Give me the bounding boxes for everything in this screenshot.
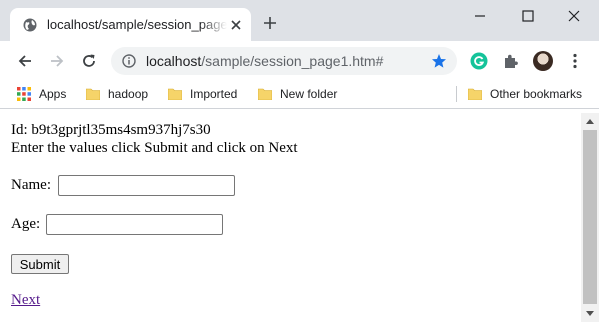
- bookmark-new-folder[interactable]: New folder: [258, 85, 337, 103]
- bookmark-star-icon[interactable]: [431, 53, 447, 69]
- profile-avatar[interactable]: [533, 51, 553, 71]
- vertical-scrollbar[interactable]: [581, 113, 599, 322]
- grammarly-icon[interactable]: [470, 52, 488, 70]
- site-info-icon[interactable]: [122, 54, 136, 68]
- scroll-up-arrow-icon[interactable]: [586, 119, 594, 124]
- submit-button[interactable]: Submit: [11, 254, 69, 274]
- instructions-text: Enter the values click Submit and click …: [11, 140, 298, 156]
- bookmark-apps[interactable]: Apps: [17, 85, 66, 103]
- browser-tab[interactable]: localhost/sample/session_page1.htm#: [10, 8, 251, 41]
- next-link[interactable]: Next: [11, 292, 40, 309]
- scroll-down-arrow-icon[interactable]: [586, 311, 594, 316]
- bookmark-hadoop[interactable]: hadoop: [86, 85, 148, 103]
- age-field[interactable]: [46, 214, 223, 235]
- bookmark-label: New folder: [280, 87, 338, 101]
- bookmark-label: Apps: [39, 87, 67, 101]
- bookmarks-bar: Apps hadoop Imported New folder Other bo…: [0, 80, 599, 109]
- url-host: localhost: [146, 53, 202, 69]
- browser-toolbar: localhost/sample/session_page1.htm#: [0, 41, 599, 80]
- new-tab-icon[interactable]: [263, 16, 277, 30]
- folder-icon: [86, 88, 100, 100]
- globe-icon: [23, 18, 37, 32]
- minimize-icon[interactable]: [474, 10, 486, 22]
- kebab-menu-icon[interactable]: [566, 52, 584, 70]
- bookmarks-divider: [456, 86, 457, 102]
- bookmark-label: hadoop: [108, 87, 149, 101]
- bookmark-label: Other bookmarks: [490, 87, 583, 101]
- bookmark-other[interactable]: Other bookmarks: [468, 85, 582, 103]
- bookmark-imported[interactable]: Imported: [168, 85, 237, 103]
- close-window-icon[interactable]: [568, 10, 580, 22]
- folder-icon: [258, 88, 272, 100]
- address-bar[interactable]: localhost/sample/session_page1.htm#: [111, 47, 457, 75]
- tab-title: localhost/sample/session_page1.htm#: [47, 17, 227, 32]
- close-tab-icon[interactable]: [229, 18, 243, 32]
- reload-icon[interactable]: [81, 53, 97, 69]
- bookmark-label: Imported: [190, 87, 238, 101]
- maximize-icon[interactable]: [522, 10, 534, 22]
- url-text[interactable]: localhost/sample/session_page1.htm#: [146, 53, 383, 69]
- url-path: /sample/session_page1.htm#: [201, 53, 384, 69]
- extensions-puzzle-icon[interactable]: [502, 52, 520, 70]
- scroll-thumb[interactable]: [583, 130, 597, 304]
- folder-icon: [168, 88, 182, 100]
- name-field[interactable]: [58, 175, 235, 196]
- back-arrow-icon[interactable]: [17, 53, 33, 69]
- forward-arrow-icon[interactable]: [49, 53, 65, 69]
- folder-icon: [468, 88, 482, 100]
- apps-grid-icon: [17, 87, 31, 101]
- tab-strip: localhost/sample/session_page1.htm#: [0, 0, 599, 41]
- age-label: Age:: [11, 216, 41, 232]
- page-content: Id: b9t3gprjtl35ms4sm937hj7s30 Enter the…: [0, 113, 581, 322]
- name-label: Name:: [11, 177, 51, 193]
- session-id-text: Id: b9t3gprjtl35ms4sm937hj7s30: [11, 122, 211, 138]
